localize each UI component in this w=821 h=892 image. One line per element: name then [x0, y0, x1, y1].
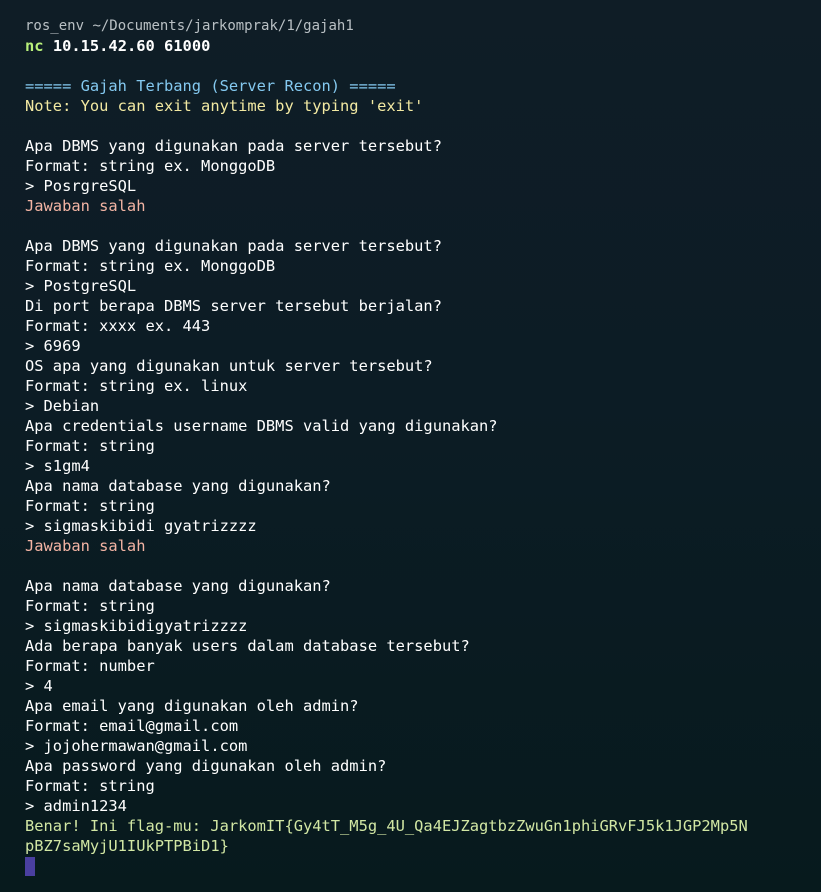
- answer-line: > admin1234: [25, 797, 127, 815]
- format-line: Format: string: [25, 597, 155, 615]
- answer-line: > sigmaskibidigyatrizzzz: [25, 617, 248, 635]
- input-line[interactable]: [25, 856, 821, 876]
- format-line: Format: string: [25, 497, 155, 515]
- command-name: nc: [25, 37, 44, 55]
- question-line: Apa password yang digunakan oleh admin?: [25, 757, 387, 775]
- terminal-window[interactable]: ros_env ~/Documents/jarkomprak/1/gajah1 …: [0, 0, 821, 892]
- format-line: Format: string ex. MonggoDB: [25, 157, 276, 175]
- format-line: Format: xxxx ex. 443: [25, 317, 211, 335]
- question-line: Apa credentials username DBMS valid yang…: [25, 417, 498, 435]
- cursor-icon: [25, 857, 35, 876]
- format-line: Format: number: [25, 657, 155, 675]
- question-line: OS apa yang digunakan untuk server terse…: [25, 357, 433, 375]
- question-line: Apa DBMS yang digunakan pada server ters…: [25, 137, 442, 155]
- success-line: Benar! Ini flag-mu: JarkomIT{Gy4tT_M5g_4…: [25, 817, 748, 835]
- format-line: Format: email@gmail.com: [25, 717, 239, 735]
- note-line: Note: You can exit anytime by typing 'ex…: [25, 97, 424, 115]
- format-line: Format: string: [25, 777, 155, 795]
- answer-line: > sigmaskibidi gyatrizzzz: [25, 517, 257, 535]
- answer-line: > jojohermawan@gmail.com: [25, 737, 248, 755]
- success-line: pBZ7saMyjU1IUkPTPBiD1}: [25, 837, 229, 855]
- format-line: Format: string ex. MonggoDB: [25, 257, 276, 275]
- question-line: Ada berapa banyak users dalam database t…: [25, 637, 470, 655]
- command-line: nc 10.15.42.60 61000: [25, 36, 821, 56]
- answer-line: > Debian: [25, 397, 100, 415]
- command-args: 10.15.42.60 61000: [52, 37, 211, 55]
- error-line: Jawaban salah: [25, 537, 146, 555]
- format-line: Format: string ex. linux: [25, 377, 248, 395]
- question-line: Apa nama database yang digunakan?: [25, 577, 331, 595]
- format-line: Format: string: [25, 437, 155, 455]
- answer-line: > 4: [25, 677, 53, 695]
- question-line: Apa email yang digunakan oleh admin?: [25, 697, 359, 715]
- question-line: Apa nama database yang digunakan?: [25, 477, 331, 495]
- question-line: Apa DBMS yang digunakan pada server ters…: [25, 237, 442, 255]
- prompt-path: ~/Documents/jarkomprak/1/gajah1: [92, 18, 354, 34]
- error-line: Jawaban salah: [25, 197, 146, 215]
- prompt-line: ros_env ~/Documents/jarkomprak/1/gajah1: [25, 16, 821, 36]
- question-line: Di port berapa DBMS server tersebut berj…: [25, 297, 442, 315]
- answer-line: > PosrgreSQL: [25, 177, 137, 195]
- answer-line: > 6969: [25, 337, 81, 355]
- banner-line: ===== Gajah Terbang (Server Recon) =====: [25, 77, 396, 95]
- answer-line: > PostgreSQL: [25, 277, 137, 295]
- answer-line: > s1gm4: [25, 457, 90, 475]
- prompt-env: ros_env: [25, 18, 85, 34]
